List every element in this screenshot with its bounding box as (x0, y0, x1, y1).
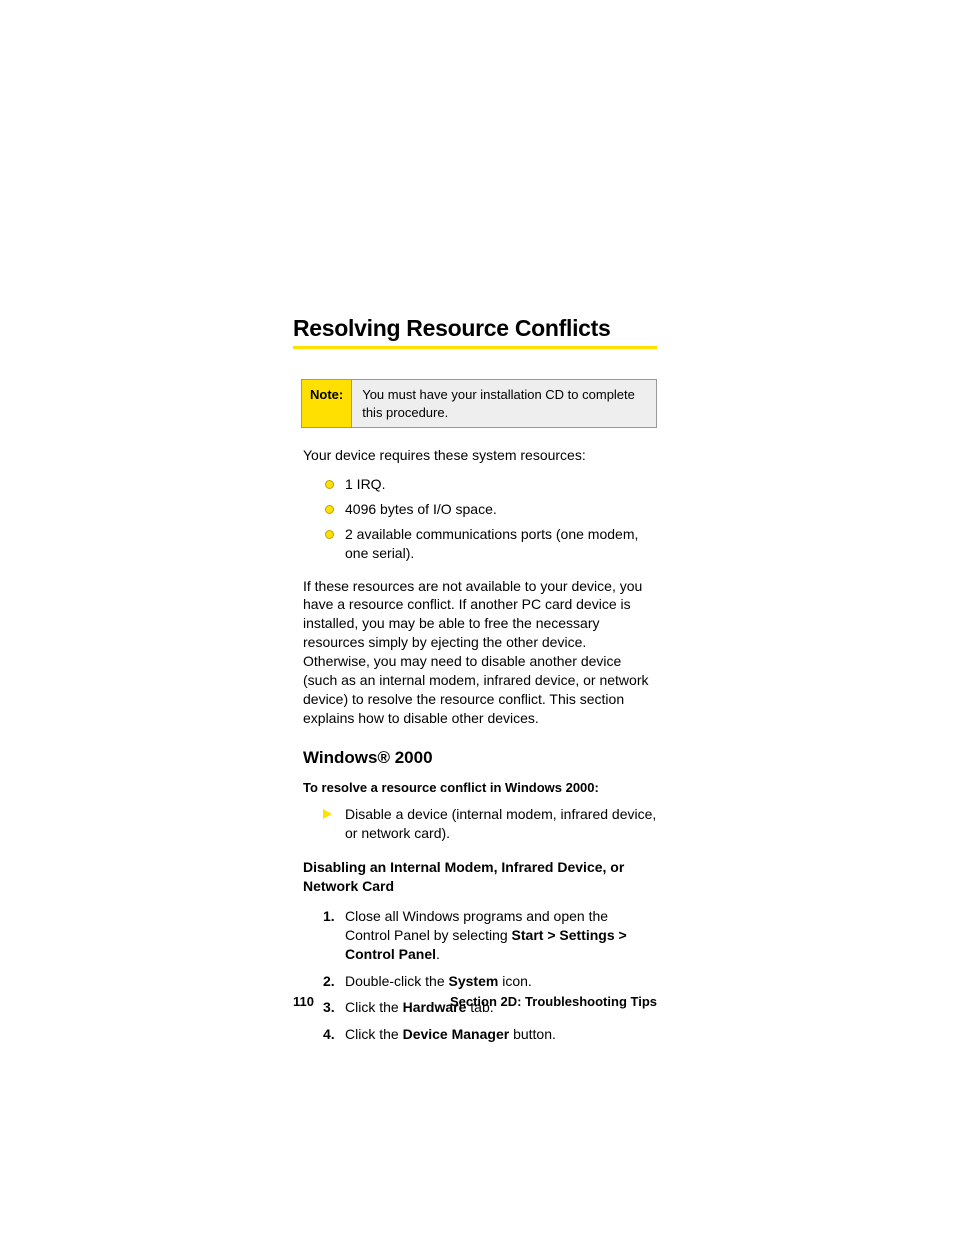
step-bold: Device Manager (403, 1026, 510, 1042)
intro-paragraph: Your device requires these system resour… (303, 446, 657, 465)
page-footer: 110 Section 2D: Troubleshooting Tips (293, 994, 657, 1009)
section-title: Resolving Resource Conflicts (293, 315, 657, 342)
list-item: Disable a device (internal modem, infrar… (323, 805, 657, 843)
steps-list: Close all Windows programs and open the … (323, 907, 657, 1044)
step-item: Close all Windows programs and open the … (323, 907, 657, 964)
title-rule (293, 346, 657, 349)
note-box: Note: You must have your installation CD… (301, 379, 657, 428)
step-item: Double-click the System icon. (323, 972, 657, 991)
step-text: . (436, 946, 440, 962)
note-label: Note: (302, 380, 352, 427)
resource-list: 1 IRQ. 4096 bytes of I/O space. 2 availa… (323, 475, 657, 563)
disable-heading: Disabling an Internal Modem, Infrared De… (303, 858, 657, 894)
list-item: 1 IRQ. (323, 475, 657, 494)
conflict-paragraph: If these resources are not available to … (303, 577, 657, 728)
step-item: Click the Device Manager button. (323, 1025, 657, 1044)
note-text: You must have your installation CD to co… (352, 380, 656, 427)
step-bold: System (449, 973, 499, 989)
page: Resolving Resource Conflicts Note: You m… (0, 0, 954, 1235)
step-text: icon. (498, 973, 531, 989)
list-item: 2 available communications ports (one mo… (323, 525, 657, 563)
step-text: button. (509, 1026, 556, 1042)
page-number: 110 (293, 994, 314, 1009)
list-item: 4096 bytes of I/O space. (323, 500, 657, 519)
step-text: Double-click the (345, 973, 449, 989)
lead-line: To resolve a resource conflict in Window… (303, 780, 657, 795)
content-column: Resolving Resource Conflicts Note: You m… (293, 315, 657, 1044)
os-subheading: Windows® 2000 (303, 748, 657, 768)
section-label: Section 2D: Troubleshooting Tips (450, 994, 657, 1009)
step-text: Click the (345, 1026, 403, 1042)
arrow-list: Disable a device (internal modem, infrar… (323, 805, 657, 843)
